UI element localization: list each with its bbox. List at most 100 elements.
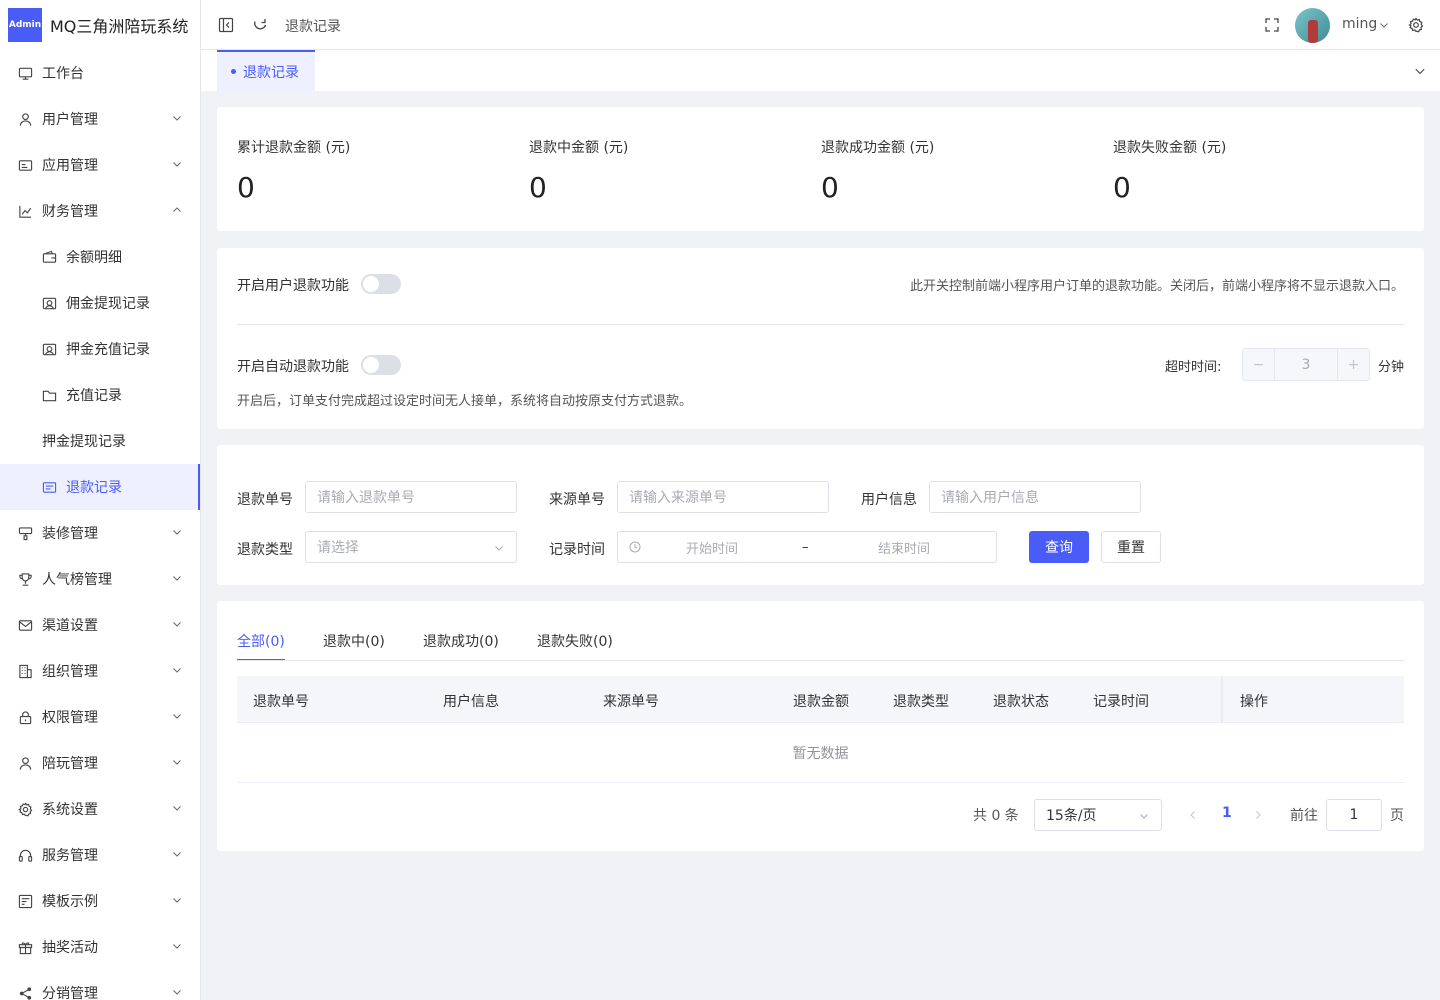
user-icon (18, 756, 33, 771)
sidebar-item-label: 财务管理 (42, 204, 98, 220)
sidebar-item-workbench[interactable]: 工作台 (0, 50, 200, 96)
sidebar-item-deposit-withdraw[interactable]: 押金提现记录 (0, 418, 200, 464)
tab-refund-failed[interactable]: 退款失败(0) (537, 631, 613, 651)
sidebar-item-decoration[interactable]: 装修管理 (0, 510, 200, 556)
stat-value: 0 (529, 171, 547, 204)
refund-type-label: 退款类型 (237, 542, 293, 558)
user-refund-switch[interactable] (361, 274, 401, 294)
stat-value: 0 (1113, 171, 1131, 204)
goto-label: 前往 (1290, 808, 1318, 824)
date-range-picker[interactable]: 开始时间 – 结束时间 (617, 531, 997, 563)
page-suffix: 页 (1390, 808, 1404, 824)
app-icon (18, 158, 33, 173)
tab-refunding[interactable]: 退款中(0) (323, 631, 385, 651)
column-header: 来源单号 (603, 694, 659, 710)
sidebar-item-label: 权限管理 (42, 710, 98, 726)
user-info-input[interactable]: 请输入用户信息 (929, 481, 1141, 513)
column-header: 退款类型 (893, 694, 949, 710)
sidebar-item-commission-withdraw[interactable]: 佣金提现记录 (0, 280, 200, 326)
placeholder: 请输入退款单号 (317, 490, 415, 506)
sidebar-item-distribution[interactable]: 分销管理 (0, 970, 200, 1000)
gear-icon (18, 801, 33, 817)
fixed-column-shadow (1221, 676, 1224, 723)
wallet-icon (42, 250, 57, 265)
chart-icon (18, 204, 33, 219)
sidebar-item-label: 分销管理 (42, 986, 98, 1000)
chevron-down-icon (173, 116, 181, 121)
column-header: 记录时间 (1093, 694, 1149, 710)
plus-button[interactable]: + (1337, 349, 1369, 380)
sidebar-item-permission[interactable]: 权限管理 (0, 694, 200, 740)
sidebar-item-label: 应用管理 (42, 158, 98, 174)
sidebar-item-label: 抽奖活动 (42, 940, 98, 956)
timeout-value[interactable]: 3 (1275, 349, 1337, 380)
sidebar-item-finance[interactable]: 财务管理 (0, 188, 200, 234)
gear-icon[interactable] (1408, 17, 1424, 33)
chevron-down-icon[interactable] (1414, 65, 1426, 77)
prev-page-icon[interactable] (1188, 810, 1198, 820)
sidebar-item-channel[interactable]: 渠道设置 (0, 602, 200, 648)
sidebar-item-label: 陪玩管理 (42, 756, 98, 772)
start-time-input[interactable]: 开始时间 (686, 538, 738, 557)
goto-value: 1 (1349, 807, 1359, 823)
end-time-input[interactable]: 结束时间 (878, 538, 930, 557)
column-header: 退款状态 (993, 694, 1049, 710)
goto-page-input[interactable]: 1 (1326, 799, 1382, 831)
sidebar-item-users[interactable]: 用户管理 (0, 96, 200, 142)
chevron-down-icon (173, 714, 181, 719)
sidebar-item-deposit-recharge[interactable]: 押金充值记录 (0, 326, 200, 372)
sidebar-item-refund[interactable]: 退款记录 (0, 464, 200, 510)
sidebar-item-lottery[interactable]: 抽奖活动 (0, 924, 200, 970)
sidebar-item-service[interactable]: 服务管理 (0, 832, 200, 878)
auto-refund-switch[interactable] (361, 355, 401, 375)
column-header: 退款单号 (253, 694, 309, 710)
timeout-stepper[interactable]: − 3 + (1242, 348, 1370, 381)
collapse-sidebar-icon[interactable] (218, 17, 234, 33)
source-no-input[interactable]: 请输入来源单号 (617, 481, 829, 513)
sidebar-item-organization[interactable]: 组织管理 (0, 648, 200, 694)
tab-refund-records[interactable]: 退款记录 (217, 50, 315, 91)
current-page[interactable]: 1 (1222, 805, 1232, 821)
sidebar-item-template[interactable]: 模板示例 (0, 878, 200, 924)
sidebar-item-companion[interactable]: 陪玩管理 (0, 740, 200, 786)
tab-all[interactable]: 全部(0) (237, 631, 285, 661)
chevron-down-icon[interactable] (1379, 20, 1389, 30)
tab-refund-success[interactable]: 退款成功(0) (423, 631, 499, 651)
sidebar-item-balance[interactable]: 余额明细 (0, 234, 200, 280)
sidebar-item-popularity[interactable]: 人气榜管理 (0, 556, 200, 602)
sidebar-item-apps[interactable]: 应用管理 (0, 142, 200, 188)
avatar[interactable] (1295, 8, 1330, 43)
sidebar-item-label: 退款记录 (66, 480, 122, 496)
refund-type-select[interactable]: 请选择 (305, 531, 517, 563)
logo: Admin MQ三角洲陪玩系统 (0, 0, 200, 50)
stat-refunding: 退款中金额 (元) 0 (529, 137, 628, 204)
chevron-up-icon (173, 207, 181, 212)
chevron-down-icon (173, 530, 181, 535)
sidebar-item-system[interactable]: 系统设置 (0, 786, 200, 832)
sidebar-item-label: 装修管理 (42, 526, 98, 542)
username[interactable]: ming (1342, 16, 1377, 32)
sidebar-item-recharge[interactable]: 充值记录 (0, 372, 200, 418)
top-header: 退款记录 ming (201, 0, 1440, 50)
column-header: 退款金额 (793, 694, 849, 710)
chevron-down-icon (173, 622, 181, 627)
stat-label: 退款成功金额 (元) (821, 140, 935, 156)
sidebar-item-label: 余额明细 (66, 250, 122, 266)
lock-icon (18, 710, 33, 725)
mail-icon (18, 618, 33, 633)
refund-no-input[interactable]: 请输入退款单号 (305, 481, 517, 513)
stat-label: 退款失败金额 (元) (1113, 140, 1227, 156)
sidebar-item-label: 工作台 (42, 66, 84, 82)
fullscreen-icon[interactable] (1264, 17, 1280, 33)
page-size-select[interactable]: 15条/页 (1034, 799, 1162, 831)
stat-refund-failed: 退款失败金额 (元) 0 (1113, 137, 1226, 204)
stat-value: 0 (821, 171, 839, 204)
minus-button[interactable]: − (1243, 349, 1275, 380)
search-button[interactable]: 查询 (1029, 531, 1089, 563)
user-info-label: 用户信息 (861, 492, 917, 508)
stat-label: 累计退款金额 (元) (237, 140, 351, 156)
reset-button[interactable]: 重置 (1101, 531, 1161, 563)
next-page-icon[interactable] (1253, 810, 1263, 820)
column-header: 操作 (1240, 694, 1268, 710)
refresh-icon[interactable] (252, 17, 268, 33)
